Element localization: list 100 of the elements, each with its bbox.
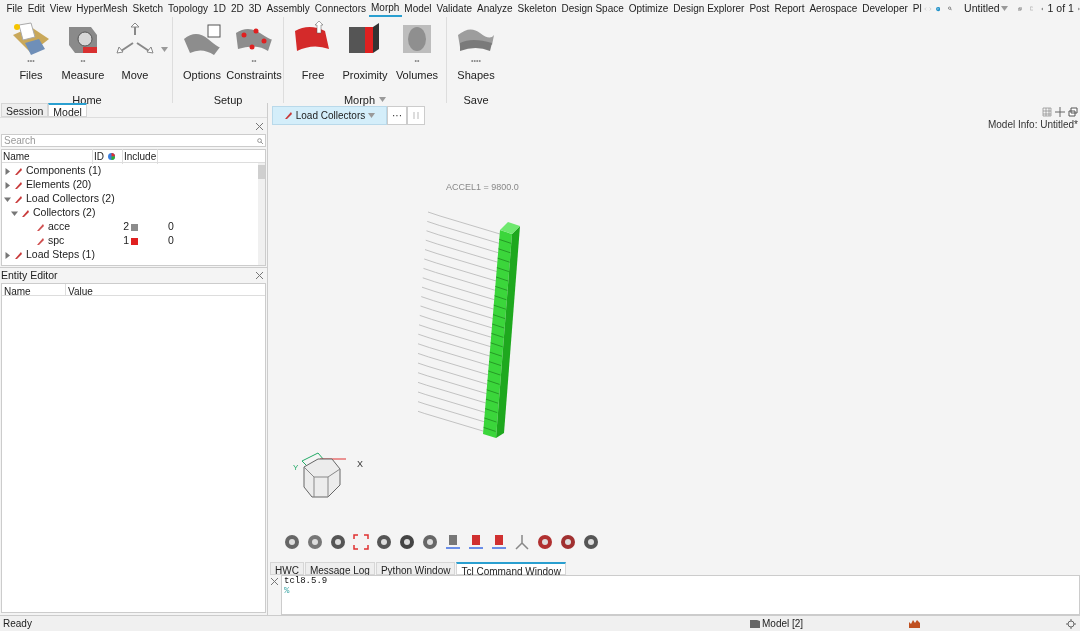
column-header[interactable]: Name xyxy=(2,148,93,164)
load-collector-icon xyxy=(283,111,293,120)
tree-row[interactable]: Components (1) xyxy=(2,164,258,178)
menu-item[interactable]: Sketch xyxy=(130,0,166,17)
menu-item[interactable]: View xyxy=(47,0,74,17)
tree-label: Collectors (2) xyxy=(33,205,96,221)
panel-tab[interactable]: Session xyxy=(1,103,49,117)
menu-item[interactable]: Validate xyxy=(434,0,475,17)
move-icon xyxy=(115,21,155,57)
console-tab[interactable]: Tcl Command Window xyxy=(456,562,566,575)
ribbon-group-label: Morph xyxy=(343,92,376,108)
legend-icon[interactable] xyxy=(490,533,508,551)
id-cell-text: 2 xyxy=(122,219,129,235)
ribbon-tool[interactable]: Free xyxy=(287,17,339,84)
menu-item[interactable]: Assembly xyxy=(264,0,313,17)
search-icon[interactable] xyxy=(948,3,953,14)
include-cell-text: 0 xyxy=(168,233,175,249)
tree-label: Elements (20) xyxy=(26,177,92,193)
search-icon xyxy=(257,138,263,144)
document-dropdown[interactable]: Untitled xyxy=(964,0,1008,17)
column-header[interactable]: Value xyxy=(66,284,93,295)
move-icon[interactable] xyxy=(1055,107,1065,117)
tree-label: acce xyxy=(48,219,71,235)
menu-item[interactable]: HyperMesh xyxy=(73,0,130,17)
windows-icon[interactable] xyxy=(1068,107,1078,117)
surface-icon xyxy=(182,21,222,57)
more-button[interactable]: ··· xyxy=(387,106,407,125)
menu-item[interactable]: Aerospace xyxy=(806,0,860,17)
collapse-arrow-icon[interactable] xyxy=(11,209,18,217)
model-info: Model Info: Untitled* xyxy=(987,118,1078,132)
tree-row[interactable]: Elements (20) xyxy=(2,178,258,192)
menu-item[interactable]: Post xyxy=(746,0,772,17)
model-icon xyxy=(750,619,760,628)
console-line: % xyxy=(284,586,291,596)
expand-arrow-icon[interactable] xyxy=(4,181,11,189)
console-line: tcl8.5.9 xyxy=(284,576,329,586)
menu-item[interactable]: Analyze xyxy=(474,0,516,17)
color-wheel-icon[interactable] xyxy=(108,152,115,160)
menu-item[interactable]: Developer xyxy=(859,0,911,17)
include-cell-text: 0 xyxy=(168,219,175,235)
target-icon[interactable] xyxy=(352,533,370,551)
menu-item[interactable]: Report xyxy=(771,0,807,17)
menu-item[interactable]: Connectors xyxy=(312,0,369,17)
entity-icon xyxy=(14,250,23,260)
panel-tab[interactable]: Model xyxy=(48,103,87,117)
console-tab[interactable]: Python Window xyxy=(375,562,456,575)
menu-item[interactable]: 1D xyxy=(210,0,229,17)
tree-label: Components (1) xyxy=(26,163,102,179)
menu-item[interactable]: Edit xyxy=(25,0,48,17)
ribbon-group-label: Save xyxy=(463,92,489,108)
close-icon[interactable] xyxy=(256,122,263,130)
caret-icon xyxy=(368,113,376,118)
ribbon-tool[interactable]: Proximity xyxy=(339,17,391,84)
model-status: Model [2] xyxy=(762,617,804,631)
menu-item[interactable]: Morph xyxy=(368,0,402,17)
menu-item[interactable]: 3D xyxy=(246,0,264,17)
id-cell-text: 1 xyxy=(122,233,129,249)
menu-item[interactable]: Design Space xyxy=(559,0,627,17)
load-label: ACCEL1 = 9800.0 xyxy=(446,181,519,194)
column-header[interactable]: Name xyxy=(2,284,66,295)
axis-label: Y xyxy=(293,462,299,474)
tree-row[interactable]: spc 1 0 xyxy=(2,234,258,248)
tree-row[interactable]: acce 2 0 xyxy=(2,220,258,234)
legend-icon[interactable] xyxy=(444,533,462,551)
tree-label: Load Steps (1) xyxy=(26,247,95,263)
tree-row[interactable]: Load Collectors (2) xyxy=(2,192,258,206)
close-icon[interactable] xyxy=(256,272,263,279)
caret-icon xyxy=(1000,6,1008,11)
folder-icon xyxy=(11,21,51,57)
menu-item[interactable]: Optimize xyxy=(626,0,671,17)
settings-icon[interactable] xyxy=(1066,618,1076,629)
menu-item[interactable]: Skeleton xyxy=(515,0,559,17)
column-header[interactable]: ID xyxy=(93,148,108,164)
menu-item[interactable]: File xyxy=(4,0,26,17)
search-field[interactable]: Search xyxy=(1,134,266,147)
column-header[interactable]: Include xyxy=(122,148,158,164)
ribbon-group-label: Setup xyxy=(213,92,243,108)
ribbon-tool[interactable]: Move xyxy=(109,17,169,84)
menu-item[interactable]: Model xyxy=(401,0,435,17)
axes-icon[interactable] xyxy=(513,533,531,551)
expand-arrow-icon[interactable] xyxy=(4,251,11,259)
menu-item[interactable]: Topology xyxy=(165,0,211,17)
menu-item[interactable]: Design Explorer xyxy=(670,0,747,17)
legend-icon[interactable] xyxy=(467,533,485,551)
scrollbar[interactable] xyxy=(258,163,265,265)
axis-label: X xyxy=(357,458,363,471)
status-text: Ready xyxy=(2,617,33,631)
menu-item[interactable]: Pl xyxy=(910,0,925,17)
tree-row[interactable]: Load Steps (1) xyxy=(2,248,258,262)
panel-title: Entity Editor xyxy=(1,267,58,283)
menu-item[interactable]: 2D xyxy=(228,0,247,17)
close-icon[interactable] xyxy=(271,578,278,585)
console-output[interactable]: tcl8.5.9 % xyxy=(281,575,1080,615)
collapse-arrow-icon[interactable] xyxy=(4,195,11,203)
load-collectors-dropdown[interactable]: Load Collectors xyxy=(272,106,387,125)
console-tab[interactable]: HWC xyxy=(270,562,304,575)
ribbon-tool[interactable]: Options xyxy=(176,17,228,84)
expand-arrow-icon[interactable] xyxy=(4,167,11,175)
flame-icon[interactable] xyxy=(909,619,921,628)
tree-row[interactable]: Collectors (2) xyxy=(2,206,258,220)
